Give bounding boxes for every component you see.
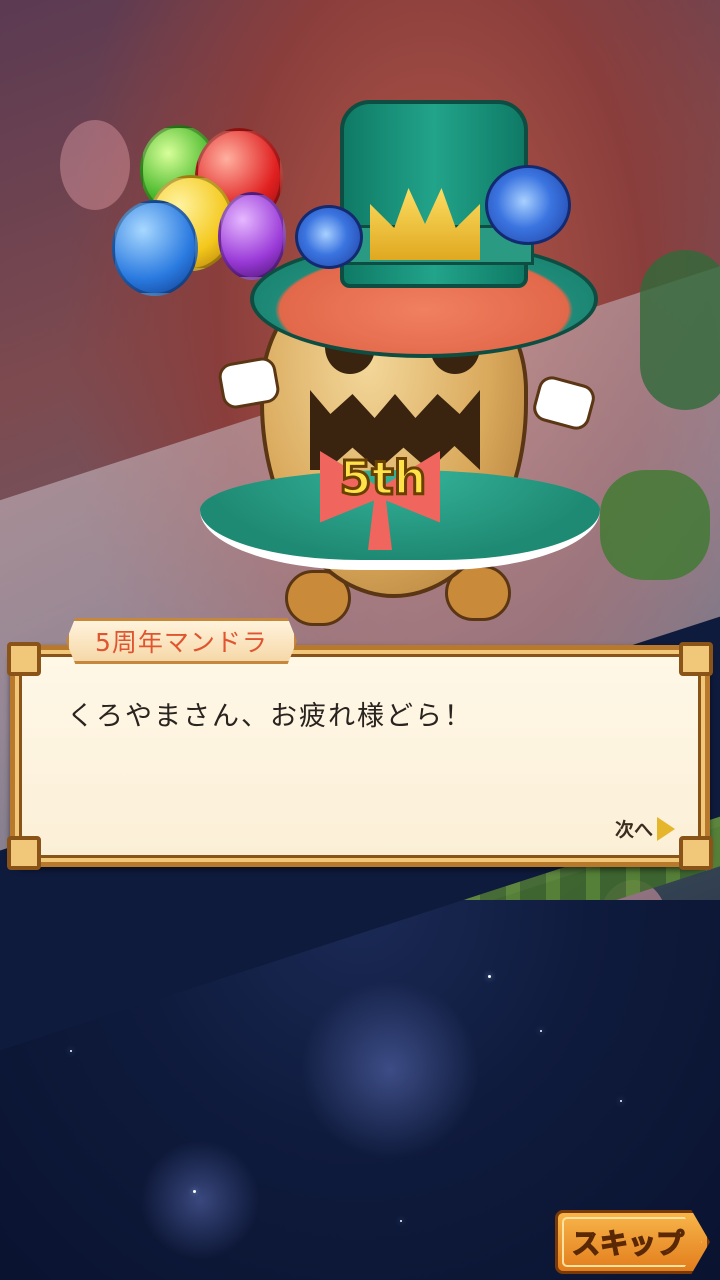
- star: [540, 1030, 542, 1032]
- mandora-mascot: 5th: [112, 60, 620, 626]
- speaker-name: 5周年マンドラ: [95, 628, 268, 657]
- mascot-right-hand: [530, 373, 598, 433]
- star: [620, 1100, 622, 1102]
- background-tree: [640, 250, 720, 410]
- dialog-box[interactable]: くろやまさん、お疲れ様どら！ 次へ: [7, 642, 713, 870]
- speaker-name-tag: 5周年マンドラ: [66, 618, 297, 664]
- triangle-right-icon: [657, 816, 675, 841]
- sky-glow: [300, 980, 480, 1160]
- dialog-text: くろやまさん、お疲れ様どら！: [67, 701, 473, 732]
- dialog-corner-ornament: [679, 836, 713, 870]
- next-button[interactable]: 次へ: [615, 815, 675, 842]
- star: [400, 1220, 402, 1222]
- blue-balloon: [112, 200, 198, 296]
- dialog-corner-ornament: [679, 642, 713, 676]
- star: [70, 1050, 72, 1052]
- blue-rose-icon: [295, 205, 363, 269]
- background-balloon: [60, 120, 130, 210]
- dialog-corner-ornament: [7, 642, 41, 676]
- star: [488, 975, 491, 978]
- next-label: 次へ: [614, 819, 653, 841]
- blue-rose-icon: [485, 165, 571, 245]
- skip-button[interactable]: スキップ: [555, 1210, 710, 1274]
- fifth-anniversary-badge: 5th: [338, 450, 428, 507]
- star: [193, 1190, 196, 1193]
- sky-glow: [140, 1140, 260, 1260]
- dialog-corner-ornament: [7, 836, 41, 870]
- skip-label: スキップ: [571, 1226, 685, 1261]
